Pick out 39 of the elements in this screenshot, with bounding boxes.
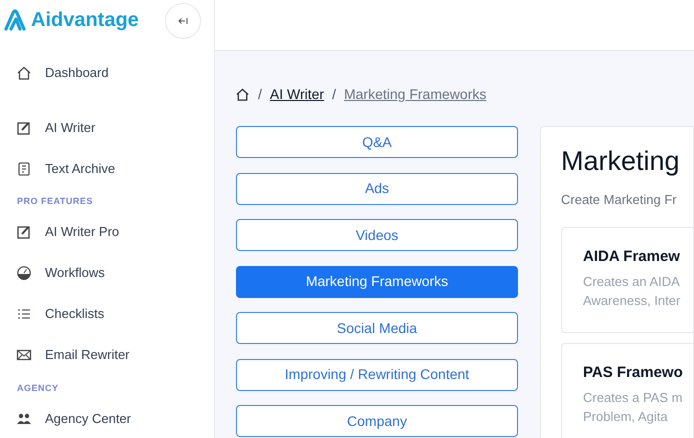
card-title: AIDA Framew — [583, 247, 681, 267]
category-button[interactable]: Ads — [236, 172, 518, 204]
panel-title: Marketing — [561, 145, 681, 178]
sidebar-item[interactable]: AI Writer Pro — [0, 212, 214, 252]
gauge-icon — [16, 265, 32, 281]
document-icon — [16, 160, 32, 176]
category-button[interactable]: Company — [236, 405, 518, 437]
sidebar-item[interactable]: AI Writer — [0, 107, 214, 148]
category-button[interactable]: Marketing Frameworks — [236, 266, 518, 298]
mail-icon — [16, 347, 32, 363]
home-icon[interactable] — [235, 87, 250, 102]
category-button[interactable]: Social Media — [236, 312, 518, 344]
breadcrumb-separator: / — [332, 85, 336, 104]
breadcrumb-link[interactable]: AI Writer — [270, 84, 324, 105]
breadcrumb-separator: / — [258, 85, 262, 104]
sidebar-item[interactable]: Email Rewriter — [0, 334, 214, 376]
framework-card[interactable]: AIDA Framew Creates an AIDA Awareness, Inter — [561, 227, 693, 333]
breadcrumb-link[interactable]: Marketing Frameworks — [344, 84, 486, 105]
category-button[interactable]: Improving / Rewriting Content — [236, 358, 518, 390]
card-description: Creates a PAS m Problem, Agita — [583, 388, 684, 426]
category-button[interactable]: Videos — [236, 219, 518, 251]
card-description: Creates an AIDA Awareness, Inter — [583, 272, 682, 310]
sidebar-item[interactable]: Checklists — [0, 294, 214, 334]
edit-icon — [16, 120, 32, 136]
sidebar-item[interactable]: Workflows — [0, 252, 214, 294]
section-heading: PRO FEATURES — [16, 195, 94, 208]
sidebar-item[interactable]: Dashboard — [0, 52, 214, 93]
sidebar-item[interactable]: Agency Center — [0, 398, 214, 438]
section-heading: AGENCY — [16, 382, 60, 394]
edit-icon — [16, 224, 32, 240]
collapse-icon — [178, 17, 188, 25]
logo-icon — [3, 9, 27, 31]
panel-subtitle: Create Marketing Fr — [561, 190, 678, 209]
card-title: PAS Framewo — [583, 363, 684, 383]
home-icon — [16, 64, 32, 80]
category-button[interactable]: Q&A — [236, 126, 518, 158]
framework-card[interactable]: PAS Framewo Creates a PAS m Problem, Agita — [561, 343, 693, 438]
brand-name: Aidvantage — [31, 8, 139, 33]
sidebar-item[interactable]: Text Archive — [0, 148, 214, 189]
